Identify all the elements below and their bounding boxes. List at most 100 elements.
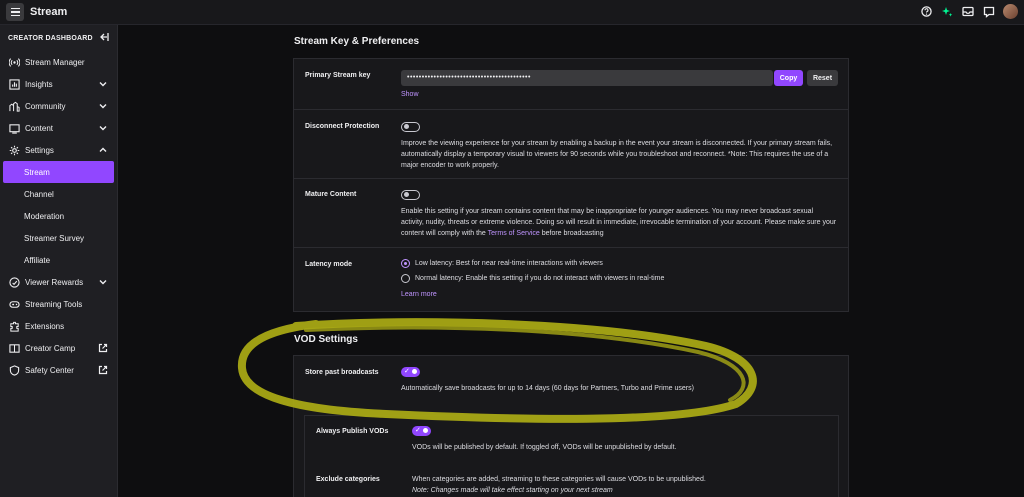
external-link-icon[interactable] (98, 365, 108, 375)
rewards-icon (8, 276, 20, 288)
low-latency-radio[interactable] (401, 259, 410, 268)
help-icon[interactable] (919, 5, 933, 19)
menu-button[interactable] (6, 3, 24, 21)
extensions-icon (8, 320, 20, 332)
insights-icon (8, 78, 20, 90)
top-icons (919, 4, 1018, 19)
check-icon: ✓ (404, 368, 410, 375)
exclude-categories-label: Exclude categories (316, 476, 380, 483)
chevron-down-icon[interactable] (98, 277, 108, 287)
sidebar-item-extensions[interactable]: Extensions (0, 315, 117, 337)
sidebar-item-streaming-tools[interactable]: Streaming Tools (0, 293, 117, 315)
sidebar-subitem-streamer-survey[interactable]: Streamer Survey (0, 227, 117, 249)
sidebar-item-stream-manager[interactable]: Stream Manager (0, 51, 117, 73)
top-bar: Stream (0, 0, 1024, 25)
reset-button[interactable]: Reset (807, 70, 838, 86)
learn-more-link[interactable]: Learn more (401, 289, 837, 300)
sidebar-item-label: Streaming Tools (25, 299, 83, 309)
hamburger-icon (10, 7, 20, 10)
store-past-broadcasts-description: Automatically save broadcasts for up to … (401, 385, 694, 392)
sidebar-item-label: Safety Center (25, 365, 74, 375)
safety-icon (8, 364, 20, 376)
community-icon (8, 100, 20, 112)
mature-content-toggle[interactable] (401, 190, 420, 200)
content-icon (8, 122, 20, 134)
whisper-icon[interactable] (982, 5, 996, 19)
avatar[interactable] (1003, 4, 1018, 19)
stream-key-input[interactable]: ••••••••••••••••••••••••••••••••••••••••… (401, 70, 773, 86)
always-publish-vods-toggle[interactable]: ✓ (412, 426, 431, 436)
always-publish-vods-label: Always Publish VODs (316, 428, 389, 435)
store-past-broadcasts-label: Store past broadcasts (305, 369, 379, 376)
broadcast-icon (8, 56, 20, 68)
latency-mode-row: Latency mode Low latency: Best for near … (294, 248, 848, 311)
chevron-up-icon[interactable] (98, 145, 108, 155)
disconnect-protection-description: Improve the viewing experience for your … (401, 140, 833, 169)
terms-of-service-link[interactable]: Terms of Service (488, 230, 540, 237)
sidebar-item-label: Stream Manager (25, 57, 85, 67)
mature-text-end: before broadcasting (539, 230, 604, 237)
vod-card: Store past broadcasts ✓ Automatically sa… (293, 355, 849, 497)
latency-mode-label: Latency mode (305, 261, 353, 268)
sidebar-item-community[interactable]: Community (0, 95, 117, 117)
camp-icon (8, 342, 20, 354)
primary-stream-key-label: Primary Stream key (305, 72, 371, 79)
external-link-icon[interactable] (98, 343, 108, 353)
low-latency-label[interactable]: Low latency: Best for near real-time int… (415, 260, 603, 267)
mature-content-row: Mature Content Enable this setting if yo… (294, 179, 848, 248)
disconnect-protection-label: Disconnect Protection (305, 123, 380, 130)
stream-key-card: Primary Stream key •••••••••••••••••••••… (293, 58, 849, 312)
exclude-categories-description: When categories are added, streaming to … (412, 474, 827, 496)
mature-content-label: Mature Content (305, 191, 357, 198)
toggle-knob (423, 428, 428, 433)
sidebar-item-viewer-rewards[interactable]: Viewer Rewards (0, 271, 117, 293)
inbox-icon[interactable] (961, 5, 975, 19)
toggle-knob (403, 192, 409, 197)
gear-icon (8, 144, 20, 156)
sidebar-item-label: Viewer Rewards (25, 277, 84, 287)
sidebar: CREATOR DASHBOARD Stream Manager Insight… (0, 25, 118, 497)
sidebar-item-label: Community (25, 101, 66, 111)
vod-subsettings: Always Publish VODs ✓ VODs will be publi… (304, 415, 839, 497)
check-icon: ✓ (415, 427, 421, 434)
mature-content-description: Enable this setting if your stream conta… (401, 206, 837, 239)
sparkle-icon[interactable] (940, 5, 954, 19)
disconnect-protection-toggle[interactable] (401, 122, 420, 132)
sidebar-item-settings[interactable]: Settings (0, 139, 117, 161)
chevron-down-icon[interactable] (98, 79, 108, 89)
disconnect-protection-row: Disconnect Protection Improve the viewin… (294, 110, 848, 179)
sidebar-subitem-affiliate[interactable]: Affiliate (0, 249, 117, 271)
mature-text: Enable this setting if your stream conta… (401, 208, 837, 237)
show-key-link[interactable]: Show (401, 89, 837, 100)
store-past-broadcasts-toggle[interactable]: ✓ (401, 367, 420, 377)
always-publish-vods-description: VODs will be published by default. If to… (412, 444, 677, 451)
sidebar-item-insights[interactable]: Insights (0, 73, 117, 95)
sidebar-heading: CREATOR DASHBOARD (8, 34, 93, 42)
toggle-knob (412, 369, 417, 374)
chevron-down-icon[interactable] (98, 123, 108, 133)
sidebar-item-label: Extensions (25, 321, 65, 331)
sidebar-subitem-moderation[interactable]: Moderation (0, 205, 117, 227)
vod-section-title: VOD Settings (294, 334, 358, 345)
sidebar-item-content[interactable]: Content (0, 117, 117, 139)
page-title: Stream (30, 6, 68, 18)
toggle-knob (403, 124, 409, 129)
primary-stream-key-row: Primary Stream key •••••••••••••••••••••… (294, 59, 848, 110)
sidebar-subitem-channel[interactable]: Channel (0, 183, 117, 205)
sidebar-subitem-stream[interactable]: Stream (3, 161, 114, 183)
sidebar-item-label: Insights (25, 79, 53, 89)
sidebar-item-safety-center[interactable]: Safety Center (0, 359, 117, 381)
sidebar-header: CREATOR DASHBOARD (0, 25, 117, 51)
sidebar-item-creator-camp[interactable]: Creator Camp (0, 337, 117, 359)
tools-icon (8, 298, 20, 310)
collapse-icon[interactable] (99, 29, 109, 47)
stream-key-section-title: Stream Key & Preferences (294, 36, 420, 47)
exclude-categories-text: When categories are added, streaming to … (412, 476, 706, 483)
sidebar-item-label: Settings (25, 145, 54, 155)
copy-button[interactable]: Copy (774, 70, 803, 86)
normal-latency-label[interactable]: Normal latency: Enable this setting if y… (415, 275, 664, 282)
normal-latency-radio[interactable] (401, 274, 410, 283)
exclude-categories-note: Note: Changes made will take effect star… (412, 487, 613, 494)
chevron-down-icon[interactable] (98, 101, 108, 111)
sidebar-item-label: Content (25, 123, 54, 133)
